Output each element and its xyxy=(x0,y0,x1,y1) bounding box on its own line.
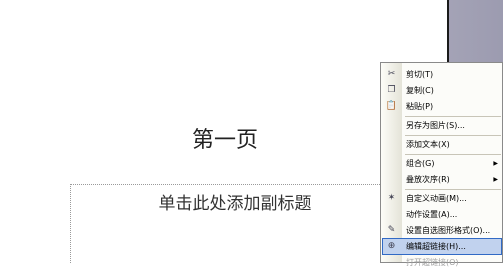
menu-item-format-autoshape[interactable]: ✎ 设置自选图形格式(O)... xyxy=(382,222,502,239)
menu-item-add-text[interactable]: 添加文本(X) xyxy=(382,136,502,153)
format-shape-icon: ✎ xyxy=(387,225,396,235)
copy-icon: ❐ xyxy=(387,85,396,95)
menu-item-label: 粘贴(P) xyxy=(406,102,434,111)
slide-title[interactable]: 第一页 xyxy=(150,122,300,154)
submenu-arrow-icon: ▶ xyxy=(493,176,498,183)
hyperlink-icon: ⊕ xyxy=(387,241,396,251)
subtitle-placeholder-box[interactable]: 单击此处添加副标题 xyxy=(70,184,400,263)
menu-item-action-settings[interactable]: 动作设置(A)... xyxy=(382,206,502,223)
menu-item-label: 叠放次序(R) xyxy=(406,175,450,184)
context-menu: ✂ 剪切(T) ❐ 复制(C) 📋 粘贴(P) 另存为图片(S)... 添加文本… xyxy=(380,62,503,267)
menu-item-custom-animation[interactable]: ✶ 自定义动画(M)... xyxy=(382,190,502,207)
menu-item-paste[interactable]: 📋 粘贴(P) xyxy=(382,98,502,115)
menu-item-label: 设置自选图形格式(O)... xyxy=(406,226,491,235)
submenu-arrow-icon: ▶ xyxy=(493,160,498,167)
menu-item-cut[interactable]: ✂ 剪切(T) xyxy=(382,66,502,83)
scissors-icon: ✂ xyxy=(387,69,396,79)
menu-item-order[interactable]: 叠放次序(R) ▶ xyxy=(382,171,502,188)
menu-item-label: 复制(C) xyxy=(406,86,434,95)
menu-item-label: 添加文本(X) xyxy=(406,140,450,149)
menu-item-label: 自定义动画(M)... xyxy=(406,194,467,203)
paste-icon: 📋 xyxy=(385,101,398,111)
menu-item-label: 剪切(T) xyxy=(406,70,434,79)
custom-animation-icon: ✶ xyxy=(387,193,396,203)
menu-item-edit-hyperlink[interactable]: ⊕ 编辑超链接(H)... xyxy=(382,238,502,255)
subtitle-placeholder-text: 单击此处添加副标题 xyxy=(158,194,312,214)
menu-item-label: 另存为图片(S)... xyxy=(406,121,465,130)
menu-item-label: 组合(G) xyxy=(406,159,435,168)
menu-item-copy[interactable]: ❐ 复制(C) xyxy=(382,82,502,99)
menu-item-save-as-picture[interactable]: 另存为图片(S)... xyxy=(382,117,502,134)
menu-item-label: 动作设置(A)... xyxy=(406,210,458,219)
menu-item-group[interactable]: 组合(G) ▶ xyxy=(382,155,502,172)
menu-item-label: 编辑超链接(H)... xyxy=(406,242,466,251)
